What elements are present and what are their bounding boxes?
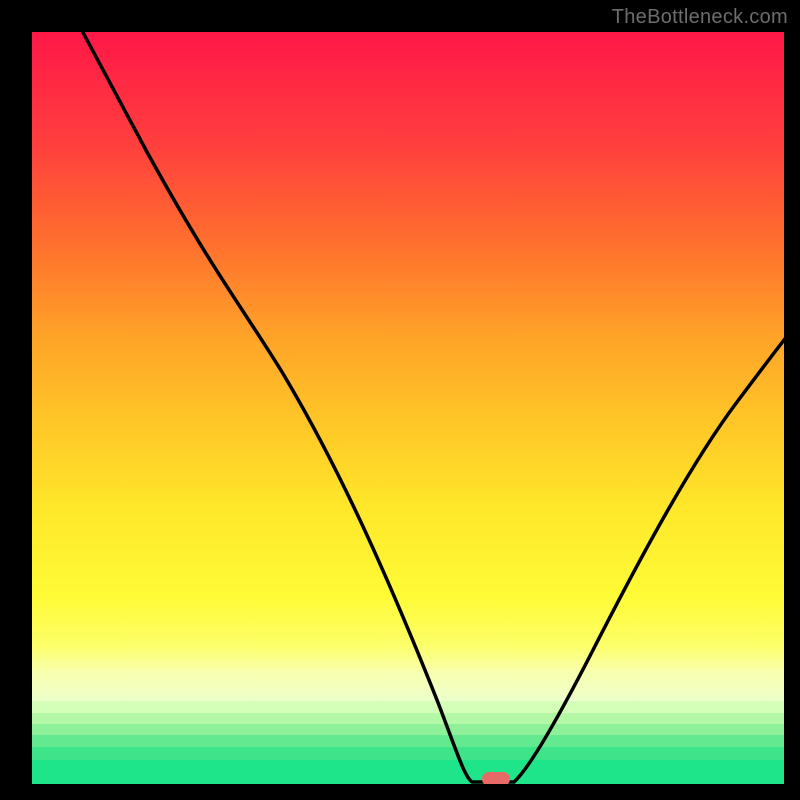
watermark-text: TheBottleneck.com [612, 6, 788, 29]
bottleneck-curve [32, 32, 784, 784]
plot-area [32, 32, 784, 784]
optimal-marker [482, 772, 510, 784]
curve-path [72, 32, 784, 782]
chart-frame: TheBottleneck.com [0, 0, 800, 800]
